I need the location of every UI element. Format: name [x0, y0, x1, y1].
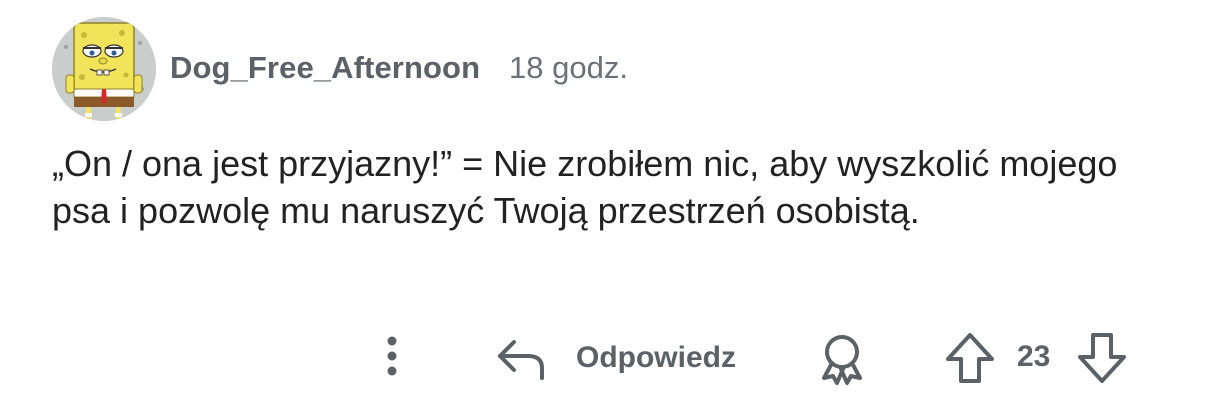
more-vertical-icon — [387, 336, 397, 376]
author-username[interactable]: Dog_Free_Afternoon — [170, 50, 480, 86]
award-icon — [822, 335, 862, 385]
comment-timestamp: 18 godz. — [509, 50, 628, 85]
more-options-button[interactable] — [370, 332, 414, 380]
upvote-arrow-icon — [946, 333, 994, 383]
avatar[interactable] — [52, 17, 156, 121]
reply-arrow-icon — [498, 340, 544, 380]
vote-count: 23 — [1017, 340, 1051, 373]
spongebob-avatar-icon — [52, 17, 156, 121]
comment-actions-bar: Odpowiedz 23 — [0, 326, 1219, 390]
award-button[interactable] — [814, 330, 870, 386]
reply-button[interactable]: Odpowiedz — [494, 332, 736, 384]
downvote-button[interactable] — [1074, 330, 1130, 386]
reply-label: Odpowiedz — [576, 341, 736, 374]
downvote-arrow-icon — [1078, 333, 1126, 383]
comment-body: „On / ona jest przyjazny!” = Nie zrobiłe… — [52, 143, 1118, 231]
upvote-button[interactable] — [942, 330, 998, 386]
